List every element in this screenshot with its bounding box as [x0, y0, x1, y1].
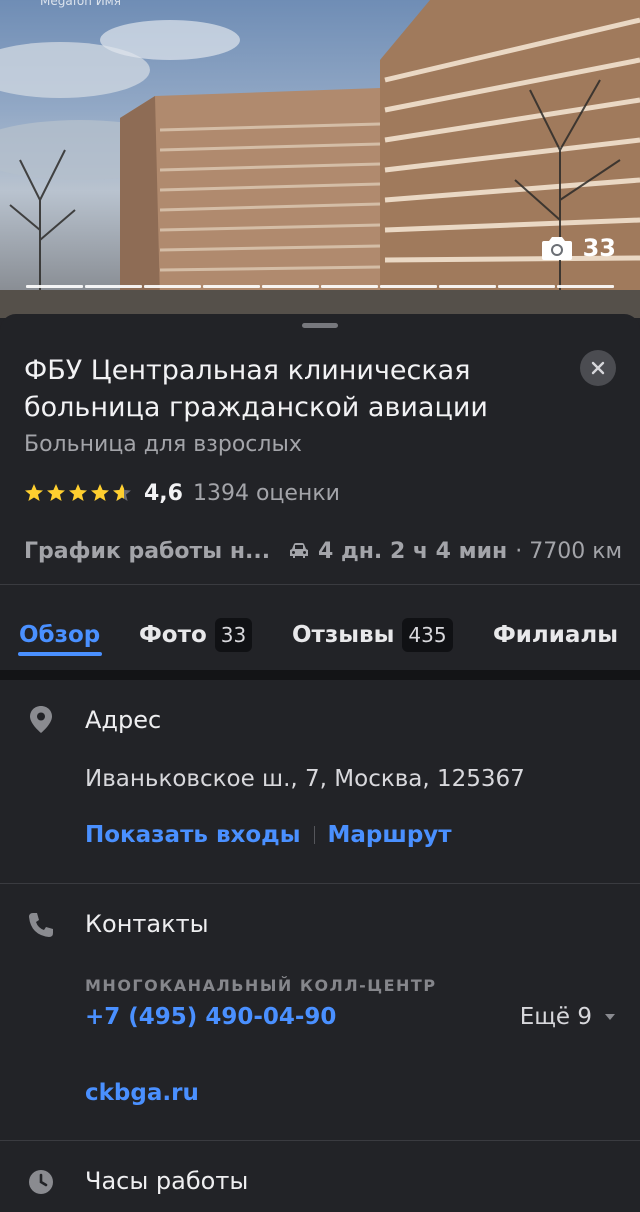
rating-value: 4,6: [144, 480, 183, 506]
progress-segment: [557, 285, 614, 288]
close-button[interactable]: [580, 350, 616, 386]
info-row: График работы н... 4 дн. 2 ч 4 мин · 770…: [24, 534, 624, 568]
contacts-section: Контакты МНОГОКАНАЛЬНЫЙ КОЛЛ-ЦЕНТР +7 (4…: [0, 884, 640, 1140]
place-card: ФБУ Центральная клиническая больница гра…: [0, 314, 640, 1212]
more-phones-label: Ещё 9: [519, 1004, 592, 1030]
photo-count[interactable]: 33: [541, 234, 616, 262]
star-icon: [91, 484, 109, 501]
tab-label: Обзор: [19, 622, 101, 648]
star-icon: [25, 484, 43, 501]
star-half-icon: [113, 484, 131, 501]
tab-indicator: [18, 652, 102, 656]
progress-segment: [26, 285, 83, 288]
route-link[interactable]: Маршрут: [328, 822, 452, 848]
rating[interactable]: 4,6 1394 оценки: [24, 478, 340, 508]
tab-overview[interactable]: Обзор: [19, 600, 100, 670]
sheet-grabber[interactable]: [302, 323, 338, 328]
tab-label: Отзывы: [292, 622, 395, 648]
rating-stars: [24, 483, 132, 503]
address-title: Адрес: [85, 706, 162, 734]
travel-distance: · 7700 км: [515, 538, 623, 564]
tab-badge: 33: [214, 618, 253, 652]
tab-badge: 435: [402, 618, 453, 652]
show-entrances-link[interactable]: Показать входы: [85, 822, 301, 848]
place-photo[interactable]: Мegafon Имя 33: [0, 0, 640, 318]
address-links: Показать входы Маршрут: [85, 822, 452, 848]
contacts-title: Контакты: [85, 910, 209, 938]
building-photo: [0, 0, 640, 318]
car-icon: [290, 543, 308, 558]
address-section: Адрес Иваньковское ш., 7, Москва, 125367…: [0, 680, 640, 884]
hours-status[interactable]: График работы н...: [24, 539, 268, 564]
link-separator: [313, 826, 315, 844]
hours-title: Часы работы: [85, 1167, 249, 1195]
hours-section[interactable]: Часы работы: [0, 1141, 640, 1212]
place-title: ФБУ Центральная клиническая больница гра…: [24, 355, 488, 423]
tab-label: Филиалы: [493, 622, 619, 648]
camera-icon: [541, 237, 572, 260]
progress-segment: [380, 285, 437, 288]
tab-label: Фото: [139, 622, 207, 648]
tab-branches[interactable]: Филиалы: [493, 600, 618, 670]
progress-segment: [85, 285, 142, 288]
tab-reviews[interactable]: Отзывы 435: [292, 600, 453, 670]
divider: [0, 584, 640, 585]
rating-count: 1394 оценки: [192, 480, 340, 506]
phone-link[interactable]: +7 (495) 490-04-90: [85, 1004, 336, 1030]
clock-icon: [29, 1170, 53, 1194]
travel-time[interactable]: 4 дн. 2 ч 4 мин: [318, 539, 507, 564]
place-category: Больница для взрослых: [24, 432, 302, 457]
tab-bar: Обзор Фото 33 Отзывы 435 Филиалы: [0, 600, 640, 670]
tab-photos[interactable]: Фото 33: [139, 600, 253, 670]
progress-segment: [203, 285, 260, 288]
tabs-divider: [0, 670, 640, 680]
progress-segment: [262, 285, 319, 288]
phone-icon: [29, 913, 53, 937]
progress-segment: [498, 285, 555, 288]
more-phones-button[interactable]: Ещё 9: [520, 1004, 616, 1030]
photo-count-value: 33: [582, 234, 616, 262]
star-icon: [47, 484, 65, 501]
progress-segment: [144, 285, 201, 288]
photo-progress: [26, 285, 614, 289]
location-pin-icon: [30, 706, 52, 733]
chevron-down-icon: [605, 1014, 615, 1020]
star-icon: [69, 484, 87, 501]
close-icon: [591, 361, 605, 375]
photo-credit: Мegafon Имя: [40, 0, 121, 8]
progress-segment: [439, 285, 496, 288]
progress-segment: [321, 285, 378, 288]
website-link[interactable]: ckbga.ru: [85, 1080, 199, 1106]
address-text[interactable]: Иваньковское ш., 7, Москва, 125367: [85, 766, 525, 792]
phone-caption: МНОГОКАНАЛЬНЫЙ КОЛЛ-ЦЕНТР: [85, 976, 437, 995]
